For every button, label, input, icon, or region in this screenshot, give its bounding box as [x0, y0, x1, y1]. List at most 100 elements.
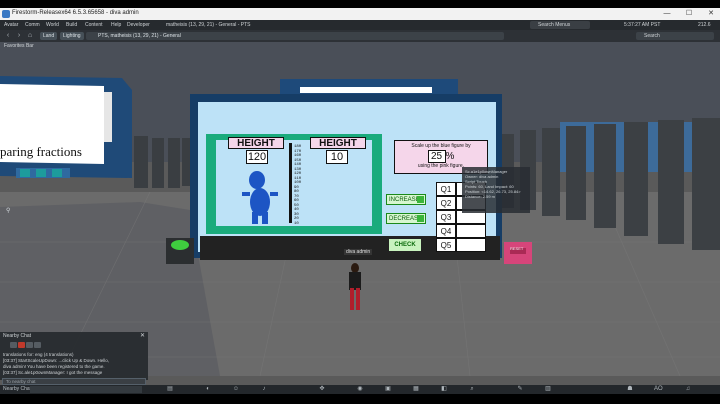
chat-input[interactable]: To nearby chat	[2, 378, 146, 385]
left-board-text: paring fractions	[0, 144, 82, 159]
menu-content[interactable]: Content	[85, 22, 103, 28]
people-icon[interactable]: ◐	[204, 386, 212, 393]
tooltip-line: Distance: 2.59 m	[465, 194, 496, 199]
minimap-icon[interactable]: ◧	[440, 386, 448, 393]
ruler-label: 60	[294, 199, 299, 203]
increase-check-icon	[417, 196, 424, 203]
ruler-label: 40	[294, 208, 299, 212]
q1-cell: Q1	[436, 182, 456, 196]
scale-percent-sign: %	[445, 151, 455, 162]
snapshot-icon[interactable]: ▣	[384, 386, 392, 393]
ruler-label: 140	[294, 163, 302, 167]
back-arrow-icon[interactable]: ‹	[3, 32, 13, 40]
ruler-label: 120	[294, 172, 302, 176]
move-icon[interactable]: ✥	[318, 386, 326, 393]
view-icon[interactable]: ◉	[356, 386, 364, 393]
chat-history-icon[interactable]	[26, 342, 33, 348]
firestorm-logo-icon	[2, 10, 10, 18]
start-button[interactable]	[171, 240, 189, 250]
appearance-icon[interactable]: ☗	[626, 386, 634, 393]
svg-text:⚲: ⚲	[6, 207, 10, 214]
chat-title: Nearby Chat	[3, 333, 32, 339]
menu-avatar[interactable]: Avatar	[4, 22, 18, 28]
inventory-icon[interactable]: ▥	[544, 386, 552, 393]
chat-line: diva admin! You have been registered to …	[3, 364, 105, 369]
ruler-label: 110	[294, 176, 302, 181]
ruler-label: 170	[294, 149, 302, 154]
chat-line: [03:37] StartScaleUpDown: ...click Up & …	[3, 358, 110, 363]
ruler-label: 30	[294, 212, 299, 217]
fps-counter: 212.6	[698, 22, 711, 28]
clock: 5:37:27 AM PST	[624, 22, 661, 28]
menu-world[interactable]: World	[46, 22, 59, 28]
chat-search-icon[interactable]	[34, 342, 41, 348]
menu-bar: Avatar Comm World Build Content Help Dev…	[0, 20, 720, 30]
height-label-left: HEIGHT	[228, 137, 284, 149]
ruler-label: 50	[294, 203, 299, 208]
close-button[interactable]: ✕	[704, 9, 718, 19]
build-icon[interactable]: ✎	[516, 386, 524, 393]
check-button[interactable]: CHECK	[389, 239, 421, 251]
maximize-button[interactable]: ☐	[682, 9, 696, 19]
menu-help[interactable]: Help	[111, 22, 121, 28]
q5-answer	[456, 238, 486, 252]
scene-graphics: ⚲	[0, 42, 720, 376]
decrease-button[interactable]: DECREASE	[386, 213, 426, 224]
flag-strip	[104, 92, 112, 142]
ruler-label: 90	[294, 185, 299, 190]
ruler	[289, 143, 292, 223]
screen: Firestorm-Releasex64 6.5.3.65658 - diva …	[0, 0, 720, 404]
menu-build[interactable]: Build	[66, 22, 77, 28]
decrease-check-icon	[417, 215, 424, 222]
nearby-chat-panel: Nearby Chat ✕ translations for: eng (4 t…	[0, 332, 148, 380]
ao-icon[interactable]: AO	[654, 386, 663, 393]
world-viewport[interactable]: ⚲ paring fractions HEIGHT 120 HEIGHT 10 …	[0, 42, 720, 376]
location-status[interactable]: matheisis (13, 29, 21) - General - PTS	[166, 22, 250, 28]
bottom-chat-input[interactable]	[30, 386, 142, 393]
height-value-right: 10	[326, 150, 348, 164]
q2-cell: Q2	[436, 196, 456, 210]
search-input[interactable]: Search	[636, 32, 714, 40]
reset-label: RESET	[510, 246, 524, 251]
increase-label: INCREASE	[389, 197, 420, 203]
title-bar: Firestorm-Releasex64 6.5.3.65658 - diva …	[0, 8, 720, 20]
ruler-label: 20	[294, 217, 299, 221]
search-icon[interactable]: ⌕	[468, 386, 476, 393]
search-menus-field[interactable]: Search Menus	[530, 21, 590, 29]
minimize-button[interactable]: —	[660, 9, 674, 19]
home-icon[interactable]: ⌂	[25, 32, 35, 40]
viewer-window: Firestorm-Releasex64 6.5.3.65658 - diva …	[0, 8, 720, 394]
sound-icon[interactable]: ♫	[684, 386, 692, 393]
height-value-left: 120	[246, 150, 268, 164]
ruler-label: 10	[294, 221, 299, 226]
navigation-bar: ‹ › ⌂ Land Lighting PTS, matheisis (13, …	[0, 30, 720, 42]
nearby-chat-button[interactable]: Nearby Chat	[3, 386, 31, 392]
scale-percent-value: 25	[427, 150, 446, 163]
menu-developer[interactable]: Developer	[127, 22, 150, 28]
q4-answer	[456, 224, 486, 238]
chat-icon[interactable]: ▤	[166, 386, 174, 393]
height-label-right: HEIGHT	[310, 137, 366, 149]
ruler-label: 80	[294, 190, 299, 194]
gesture-icon[interactable]: ☺	[232, 386, 240, 393]
favorites-bar[interactable]: Favorites Bar	[0, 42, 720, 50]
ruler-label: 100	[294, 181, 302, 185]
chat-block-icon[interactable]	[18, 342, 25, 348]
ruler-label: 130	[294, 167, 302, 172]
chat-close-icon[interactable]: ✕	[140, 332, 145, 339]
lighting-button[interactable]: Lighting	[60, 32, 84, 40]
menu-comm[interactable]: Comm	[25, 22, 40, 28]
map-icon[interactable]: ▦	[412, 386, 420, 393]
fence-left	[134, 136, 194, 188]
voice-icon[interactable]: ♪	[260, 386, 268, 393]
chat-settings-icon[interactable]	[10, 342, 17, 348]
land-button[interactable]: Land	[40, 32, 58, 40]
q3-cell: Q3	[436, 210, 456, 224]
q5-cell: Q5	[436, 238, 456, 252]
ruler-label: 160	[294, 154, 302, 158]
increase-button[interactable]: INCREASE	[386, 194, 426, 205]
chat-toolbar	[10, 342, 42, 350]
q4-cell: Q4	[436, 224, 456, 238]
forward-arrow-icon[interactable]: ›	[14, 32, 24, 40]
location-input[interactable]: PTS, matheisis (13, 29, 21) - General	[86, 32, 504, 40]
